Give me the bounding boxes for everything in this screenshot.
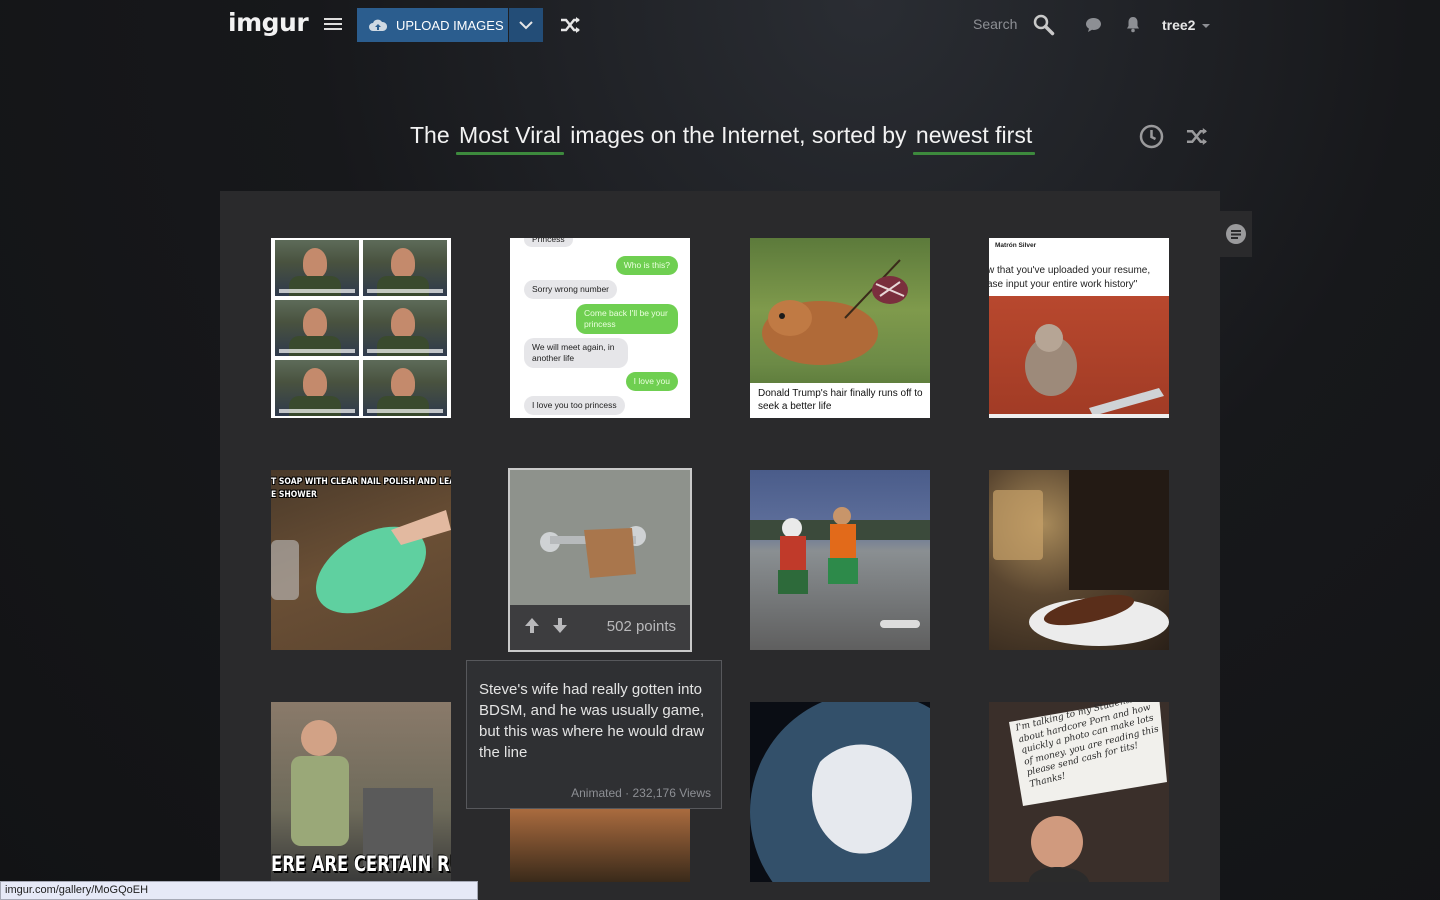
gallery-thumbnail[interactable]: Princess Who is this? Sorry wrong number… bbox=[510, 238, 690, 418]
text-message: We will meet again, in another life bbox=[524, 338, 628, 368]
sort-selector[interactable]: newest first bbox=[912, 122, 1036, 155]
gallery-thumbnail[interactable]: ERE ARE CERTAIN RU bbox=[271, 702, 451, 882]
gallery-thumbnail[interactable] bbox=[750, 470, 930, 650]
headline-middle: images on the Internet, sorted by bbox=[570, 122, 907, 148]
points-count: 502 points bbox=[606, 618, 676, 635]
image-caption: Donald Trump's hair finally runs off to … bbox=[750, 383, 930, 418]
search-icon[interactable] bbox=[1033, 14, 1055, 36]
text-message: Come back I'll be your princess bbox=[576, 304, 678, 334]
upvote-arrow-icon[interactable] bbox=[524, 617, 540, 634]
meme-caption: ERE ARE CERTAIN RU bbox=[271, 852, 451, 876]
messages-icon[interactable] bbox=[1085, 17, 1102, 33]
earth-photo bbox=[750, 702, 930, 882]
meme-caption: T SOAP WITH CLEAR NAIL POLISH AND LEAVE … bbox=[271, 476, 451, 502]
image-tooltip: Steve's wife had really gotten into BDSM… bbox=[466, 660, 722, 809]
whisky-photo bbox=[993, 470, 1169, 646]
text-message: Sorry wrong number bbox=[524, 280, 618, 299]
comments-tab[interactable] bbox=[1220, 211, 1252, 257]
hovered-gallery-item[interactable]: 502 points bbox=[508, 468, 692, 652]
browser-status-url: imgur.com/gallery/MoGQoEH bbox=[0, 881, 478, 900]
imgur-logo[interactable]: imgur bbox=[228, 8, 309, 37]
downvote-arrow-icon[interactable] bbox=[552, 617, 568, 634]
tooltip-meta: Animated · 232,176 Views bbox=[571, 786, 711, 800]
upload-images-button[interactable]: UPLOAD IMAGES bbox=[357, 8, 508, 42]
username-menu[interactable]: tree2 bbox=[1162, 17, 1195, 33]
meme-caption-line: T SOAP WITH CLEAR NAIL POLISH AND LEAVE bbox=[271, 477, 451, 487]
headline-prefix: The bbox=[410, 122, 450, 148]
gallery-thumbnail[interactable] bbox=[989, 470, 1169, 650]
monkey-photo bbox=[989, 324, 1169, 418]
user-caret-icon[interactable] bbox=[1202, 24, 1210, 28]
section-selector[interactable]: Most Viral bbox=[456, 122, 564, 155]
upload-images-label: UPLOAD IMAGES bbox=[396, 17, 504, 33]
notifications-bell-icon[interactable] bbox=[1126, 16, 1140, 33]
cosplay-photo bbox=[750, 507, 930, 628]
upload-dropdown-button[interactable] bbox=[509, 8, 543, 42]
chevron-down-icon bbox=[519, 20, 533, 29]
gallery-thumbnail[interactable]: Donald Trump's hair finally runs off to … bbox=[750, 238, 930, 418]
search-input[interactable]: Search bbox=[973, 16, 1017, 32]
text-message: Who is this? bbox=[615, 256, 678, 275]
hamburger-menu-icon[interactable] bbox=[324, 18, 342, 32]
clock-icon[interactable] bbox=[1139, 124, 1164, 149]
meme-caption-line: E SHOWER bbox=[271, 490, 317, 500]
random-shuffle-icon[interactable] bbox=[560, 16, 581, 34]
text-message: Princess bbox=[524, 238, 573, 247]
vote-bar: 502 points bbox=[510, 605, 690, 650]
text-message: I love you bbox=[625, 372, 678, 391]
gallery-thumbnail[interactable]: T SOAP WITH CLEAR NAIL POLISH AND LEAVE … bbox=[271, 470, 451, 650]
text-message: I love you too princess bbox=[524, 396, 625, 415]
gallery-thumbnail[interactable]: I'm talking to my Students about hardcor… bbox=[989, 702, 1169, 882]
gallery-headline: The Most Viral images on the Internet, s… bbox=[410, 122, 1036, 155]
top-navbar: imgur UPLOAD IMAGES Search tree2 bbox=[0, 0, 1440, 52]
toilet-paper-photo bbox=[510, 470, 690, 605]
random-shuffle-icon[interactable] bbox=[1185, 127, 1209, 146]
comment-icon bbox=[1226, 224, 1246, 244]
cloud-upload-icon bbox=[369, 19, 387, 31]
gallery-thumbnail[interactable] bbox=[750, 702, 930, 882]
gallery-thumbnail[interactable] bbox=[271, 238, 451, 418]
tooltip-title: Steve's wife had really gotten into BDSM… bbox=[479, 681, 705, 761]
gallery-thumbnail[interactable]: Matrón Silver w that you've uploaded you… bbox=[989, 238, 1169, 418]
